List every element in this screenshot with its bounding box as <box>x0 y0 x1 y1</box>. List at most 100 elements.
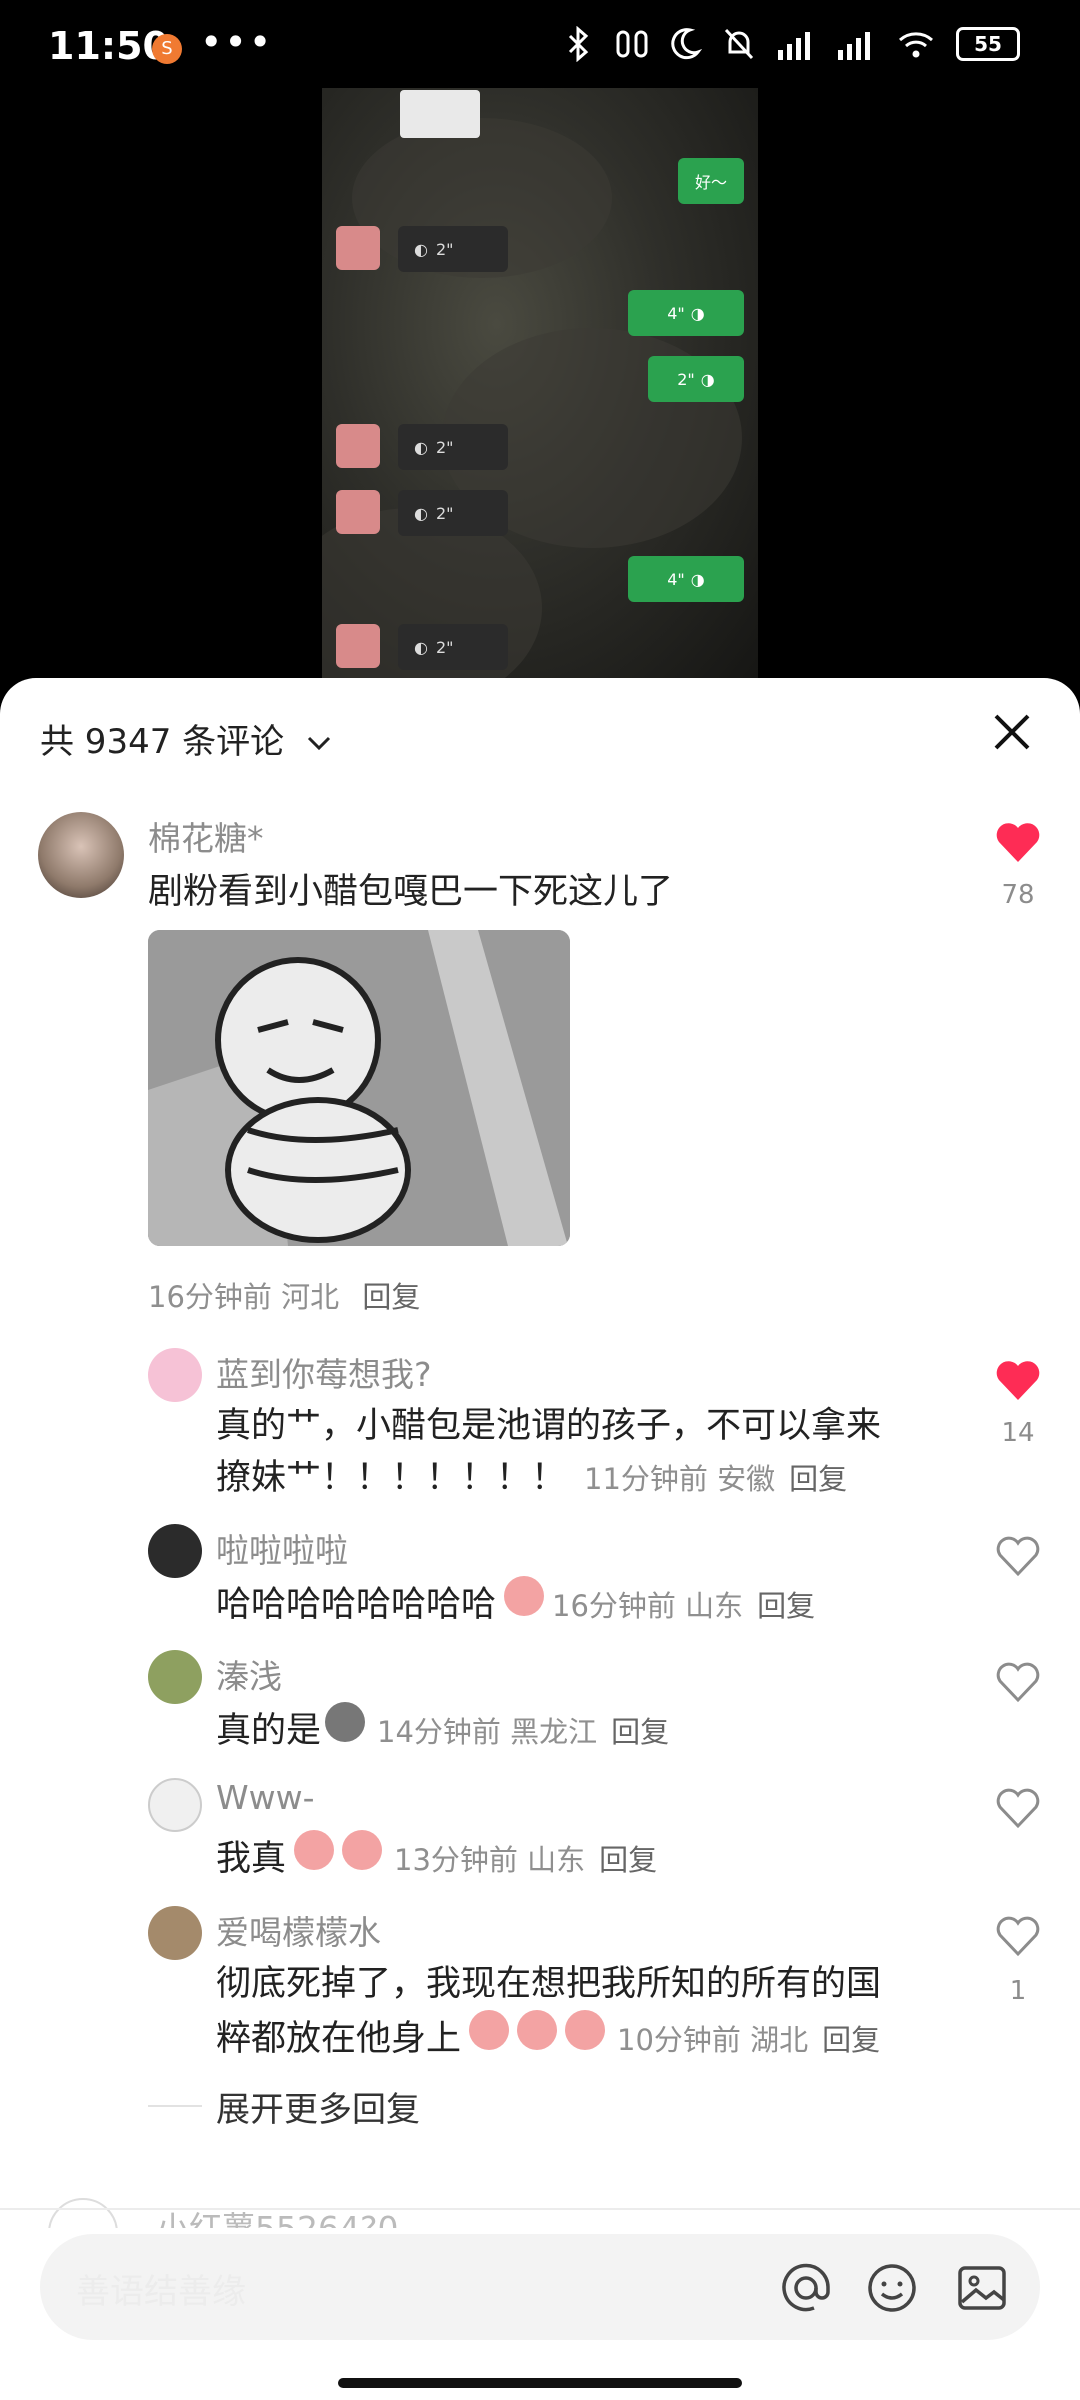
avatar[interactable] <box>148 1524 202 1578</box>
voice-message: ◐ 2" <box>398 624 508 670</box>
avatar[interactable] <box>148 1650 202 1704</box>
notification-badge-icon: S <box>152 34 182 64</box>
reply-username[interactable]: 啦啦啦啦 <box>216 1524 348 1572</box>
chevron-down-icon <box>307 736 331 751</box>
sob-emoji-icon <box>469 2010 510 2050</box>
voice-message: ◐ 2" <box>398 226 508 272</box>
sob-emoji-icon <box>342 1830 383 1870</box>
reply-time-location: 10分钟前 湖北 <box>617 2023 809 2057</box>
comments-header[interactable]: 共 9347 条评论 <box>40 714 333 763</box>
comment-sticker[interactable] <box>148 930 570 1246</box>
avatar[interactable] <box>148 1348 202 1402</box>
expand-more-replies[interactable]: 展开更多回复 <box>216 2082 420 2131</box>
comment-username[interactable]: 棉花糖* <box>148 812 264 860</box>
chat-avatar <box>336 490 380 534</box>
like-count: 14 <box>1001 1418 1035 1448</box>
sob-emoji-icon <box>565 2010 606 2050</box>
chat-avatar <box>336 624 380 668</box>
bluetooth-icon <box>568 26 589 62</box>
cat-emoji-icon <box>325 1702 366 1742</box>
reply-text-line: 真的艹，小醋包是池谓的孩子，不可以拿来 <box>216 1406 882 1446</box>
comments-sheet: 共 9347 条评论 棉花糖* 剧粉看到小醋包嘎巴一下死这儿了 16分钟前 河北… <box>0 678 1080 2400</box>
voice-message: 4" ◑ <box>628 556 744 602</box>
sob-emoji-icon <box>294 1830 335 1870</box>
reply-username[interactable]: 蓝到你莓想我? <box>216 1348 432 1396</box>
phone-thumbnail <box>400 90 480 138</box>
reply-time-location: 14分钟前 黑龙江 <box>377 1715 598 1749</box>
reply-text: 真的是 <box>216 1711 322 1751</box>
voice-message: ◐ 2" <box>398 490 508 536</box>
like-count: 1 <box>1009 1976 1027 2006</box>
divider <box>148 2105 202 2107</box>
avatar[interactable] <box>148 1778 202 1832</box>
signal-2-icon <box>838 32 870 60</box>
heart-outline-icon[interactable] <box>994 1786 1042 1830</box>
moon-icon <box>671 28 702 60</box>
reply-button[interactable]: 回复 <box>611 1709 669 1751</box>
reply-time-location: 13分钟前 山东 <box>394 1843 586 1877</box>
voice-message: 2" ◑ <box>648 356 744 402</box>
heart-outline-icon[interactable] <box>994 1660 1042 1704</box>
chat-bubble: 好～ <box>678 158 744 204</box>
more-notifications-icon: ••• <box>200 20 274 64</box>
signal-1-icon <box>778 32 810 60</box>
wifi-icon <box>899 32 933 58</box>
close-icon[interactable] <box>988 708 1036 756</box>
clock: 11:50 <box>48 24 169 68</box>
heart-filled-icon[interactable] <box>994 820 1042 864</box>
avatar[interactable] <box>148 1906 202 1960</box>
chat-avatar <box>336 424 380 468</box>
reply-button[interactable]: 回复 <box>789 1456 847 1498</box>
next-comment-peek: 小红薯55264?0 <box>38 2198 1038 2228</box>
reply-time-location: 16分钟前 山东 <box>552 1589 744 1623</box>
reply-text-row: 粹都放在他身上 10分钟前 湖北 回复 <box>216 2010 880 2065</box>
image-icon[interactable] <box>954 2260 1010 2316</box>
like-count: 78 <box>1001 880 1035 910</box>
reply-button[interactable]: 回复 <box>599 1837 657 1879</box>
comment-meta: 16分钟前 河北 回复 <box>148 1274 420 1316</box>
heart-outline-icon[interactable] <box>994 1914 1042 1958</box>
crying-emoji-icon <box>504 1576 545 1616</box>
comment-input[interactable]: 善语结善缘 <box>40 2234 1040 2340</box>
heart-outline-icon[interactable] <box>994 1534 1042 1578</box>
emoji-icon[interactable] <box>864 2260 920 2316</box>
voice-message: ◐ 2" <box>398 424 508 470</box>
status-icons: 55 <box>564 26 1020 62</box>
mute-bell-icon <box>724 28 754 60</box>
comment-text: 剧粉看到小醋包嘎巴一下死这儿了 <box>148 872 674 912</box>
reply-button[interactable]: 回复 <box>362 1280 420 1314</box>
sob-emoji-icon <box>517 2010 558 2050</box>
earbuds-icon <box>616 30 648 58</box>
comment-time-location: 16分钟前 河北 <box>148 1280 340 1314</box>
chat-avatar <box>336 226 380 270</box>
reply-text-row: 真的是 14分钟前 黑龙江 回复 <box>216 1702 669 1757</box>
battery-icon: 55 <box>956 27 1020 61</box>
reply-time-location: 11分钟前 安徽 <box>584 1462 776 1496</box>
reply-username[interactable]: Www- <box>216 1778 315 1817</box>
reply-text-line: 彻底死掉了，我现在想把我所知的所有的国 <box>216 1964 882 2004</box>
comment-input-placeholder: 善语结善缘 <box>76 2272 246 2312</box>
reply-button[interactable]: 回复 <box>757 1583 815 1625</box>
home-indicator[interactable] <box>338 2378 742 2388</box>
mention-icon[interactable] <box>778 2260 834 2316</box>
reply-button[interactable]: 回复 <box>822 2017 880 2059</box>
reply-username[interactable]: 爱喝檬檬水 <box>216 1906 381 1954</box>
reply-text-row: 哈哈哈哈哈哈哈哈 16分钟前 山东 回复 <box>216 1576 815 1631</box>
reply-text-row: 我真 13分钟前 山东 回复 <box>216 1830 657 1885</box>
status-bar: 11:50 S ••• 55 <box>0 0 1080 96</box>
comment-username[interactable]: 小红薯55264?0 <box>156 2202 399 2228</box>
avatar[interactable] <box>38 812 124 898</box>
divider <box>0 2208 1080 2210</box>
reply-text: 哈哈哈哈哈哈哈哈 <box>216 1585 497 1625</box>
heart-filled-icon[interactable] <box>994 1358 1042 1402</box>
video-player[interactable]: 好～ ◐ 2" 4" ◑ 2" ◑ ◐ 2" ◐ 2" 4" ◑ ◐ 2" <box>322 88 758 678</box>
voice-message: 4" ◑ <box>628 290 744 336</box>
avatar[interactable] <box>48 2198 118 2228</box>
reply-text-row: 撩妹艹！！！！！！！ 11分钟前 安徽 回复 <box>216 1452 847 1504</box>
comment-count-title: 共 9347 条评论 <box>40 722 285 762</box>
reply-username[interactable]: 溱浅 <box>216 1650 282 1698</box>
reply-text: 我真 <box>216 1839 287 1879</box>
reply-text-line: 粹都放在他身上 <box>216 2019 462 2059</box>
crying-bean-sticker-icon <box>148 930 570 1246</box>
reply-text-line: 撩妹艹！！！！！！！ <box>216 1458 567 1498</box>
